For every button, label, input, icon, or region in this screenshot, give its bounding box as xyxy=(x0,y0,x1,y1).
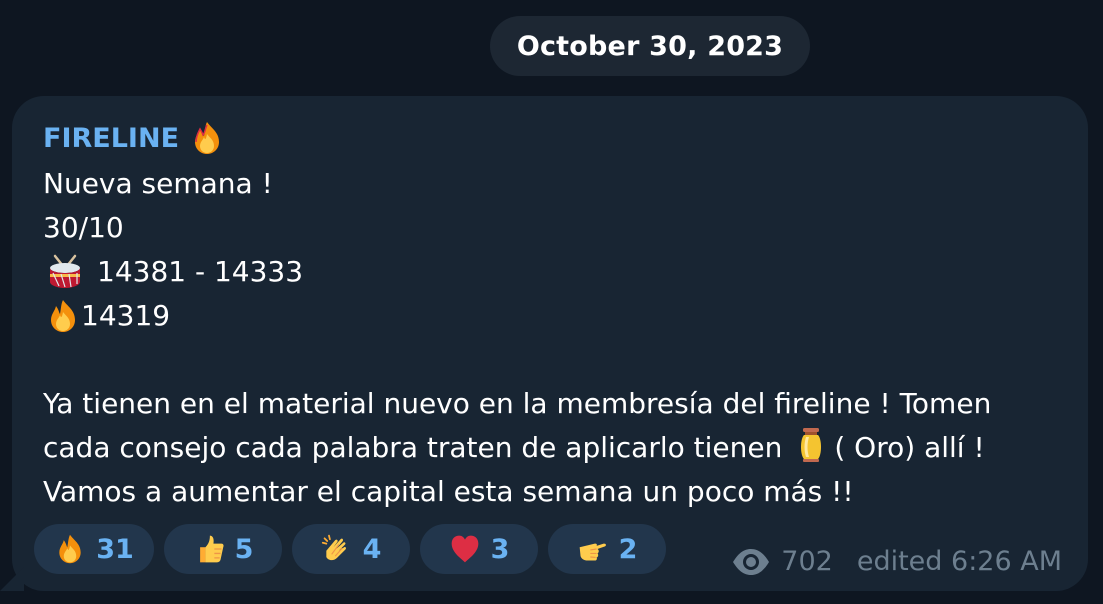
message-line: 14381 - 14333 xyxy=(43,250,1073,294)
urn-icon xyxy=(794,427,828,463)
reaction-fire[interactable]: 31 xyxy=(34,524,154,574)
sender-name[interactable]: FIRELINE xyxy=(43,123,179,154)
message-line-text: Nueva semana ! xyxy=(43,167,273,200)
bubble-tail xyxy=(0,567,24,591)
pointing-hand-icon xyxy=(577,533,609,565)
message-line: 30/10 xyxy=(43,206,1073,250)
message-line-text: 30/10 xyxy=(43,211,124,244)
fire-icon xyxy=(189,120,225,156)
date-separator[interactable]: October 30, 2023 xyxy=(490,16,810,76)
reaction-count: 31 xyxy=(96,533,134,565)
fire-icon xyxy=(54,533,86,565)
view-count: 702 xyxy=(781,546,833,577)
reaction-count: 5 xyxy=(234,533,254,565)
reaction-count: 3 xyxy=(490,533,510,565)
eye-icon xyxy=(731,548,771,576)
edited-timestamp: edited 6:26 AM xyxy=(856,546,1062,577)
red-heart-icon xyxy=(449,533,481,565)
message-line-text: Ya tienen en el material nuevo en la mem… xyxy=(43,387,992,420)
fire-icon xyxy=(45,298,81,334)
message-text: Nueva semana ! 30/10 14381 - 14333 14319… xyxy=(43,162,1073,514)
message-line: Vamos a aumentar el capital esta semana … xyxy=(43,470,1073,514)
message-line-text: 14381 - 14333 xyxy=(97,255,304,288)
reactions-bar: 31 5 4 3 2 xyxy=(34,524,666,574)
message-line: Nueva semana ! xyxy=(43,162,1073,206)
message-line: 14319 xyxy=(43,294,1073,338)
message-sender[interactable]: FIRELINE xyxy=(43,120,225,156)
message-line: cada consejo cada palabra traten de apli… xyxy=(43,426,1073,470)
message-line-text: Vamos a aumentar el capital esta semana … xyxy=(43,475,854,508)
message-line-text: 14319 xyxy=(81,299,171,332)
reaction-count: 2 xyxy=(618,533,638,565)
reaction-thumbs-up[interactable]: 5 xyxy=(164,524,282,574)
clapping-hands-icon xyxy=(321,533,353,565)
reaction-clap[interactable]: 4 xyxy=(292,524,410,574)
message-line: Ya tienen en el material nuevo en la mem… xyxy=(43,382,1073,426)
chat-area: October 30, 2023 FIRELINE Nueva semana !… xyxy=(0,0,1103,604)
drum-icon xyxy=(47,254,83,290)
message-line-text: ( Oro) allí ! xyxy=(834,431,985,464)
reaction-count: 4 xyxy=(362,533,382,565)
message-line-text: cada consejo cada palabra traten de apli… xyxy=(43,431,783,464)
message-meta: 702 edited 6:26 AM xyxy=(731,546,1062,577)
reaction-pointing-hand[interactable]: 2 xyxy=(548,524,666,574)
message-bubble[interactable]: FIRELINE Nueva semana ! 30/10 14381 - 14… xyxy=(0,96,1088,591)
thumbs-up-icon xyxy=(193,533,225,565)
reaction-heart[interactable]: 3 xyxy=(420,524,538,574)
